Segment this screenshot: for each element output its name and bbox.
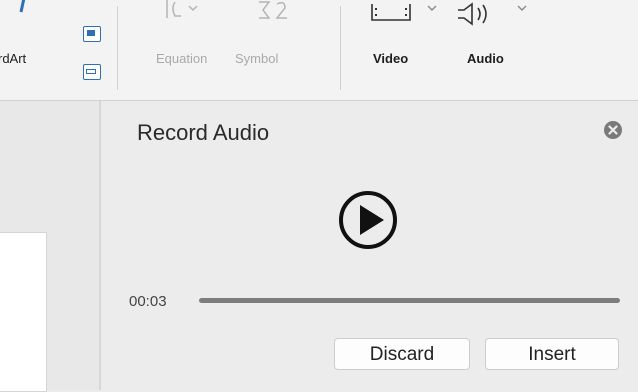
play-button[interactable]	[338, 190, 398, 250]
wordart-icon[interactable]	[12, 0, 28, 14]
text-box-icon[interactable]	[83, 26, 101, 42]
video-icon[interactable]	[370, 0, 440, 26]
video-label[interactable]: Video	[373, 51, 408, 66]
progress-fill	[199, 298, 620, 303]
discard-button[interactable]: Discard	[334, 338, 470, 370]
equation-label[interactable]: Equation	[156, 51, 207, 66]
play-icon	[339, 191, 397, 249]
slide-pane	[0, 101, 99, 392]
wordart-label[interactable]: rdArt	[0, 51, 26, 66]
equation-icon[interactable]	[163, 0, 223, 24]
ribbon-toolbar: rdArt Equation Symbol Video Audio	[0, 0, 638, 101]
record-audio-panel: Record Audio 00:03 Discard Insert	[101, 101, 638, 390]
object-icon[interactable]	[83, 64, 101, 80]
audio-label[interactable]: Audio	[467, 51, 504, 66]
elapsed-time: 00:03	[129, 293, 167, 310]
insert-button[interactable]: Insert	[485, 338, 619, 370]
ribbon-separator	[340, 6, 341, 90]
panel-title: Record Audio	[137, 120, 270, 145]
close-button[interactable]	[604, 121, 622, 139]
playback-progress-bar[interactable]	[199, 298, 620, 303]
audio-icon[interactable]	[452, 0, 532, 28]
symbol-label[interactable]: Symbol	[235, 51, 278, 66]
ribbon-separator	[117, 6, 118, 90]
symbol-icon[interactable]	[255, 0, 303, 24]
slide-thumbnail[interactable]	[0, 232, 47, 392]
close-icon	[608, 125, 618, 135]
